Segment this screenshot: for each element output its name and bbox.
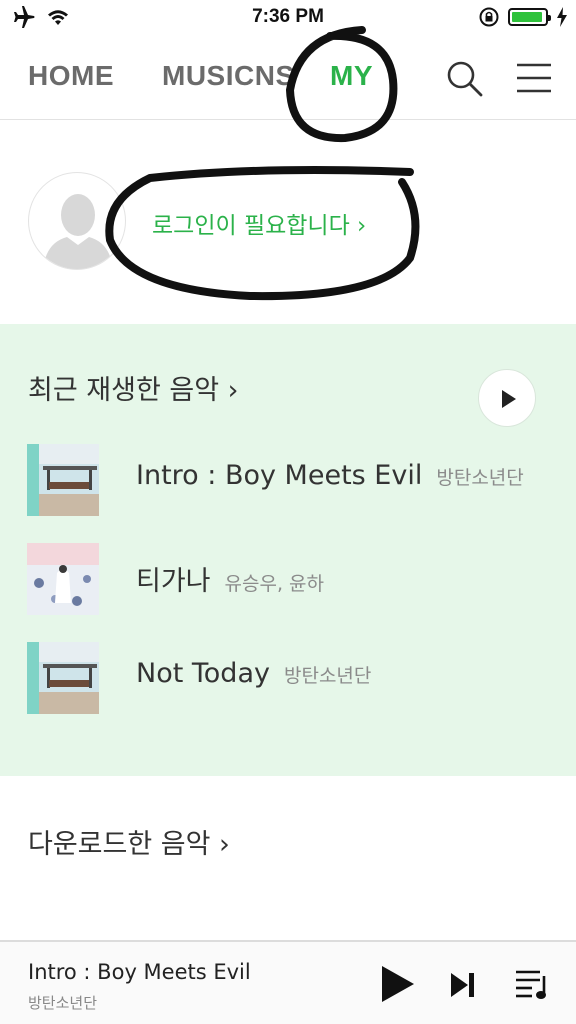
tab-home[interactable]: HOME <box>28 60 114 92</box>
now-playing-artist: 방탄소년단 <box>28 994 98 1012</box>
battery-icon <box>508 8 551 26</box>
track-row[interactable]: Not Today 방탄소년단 <box>0 638 576 714</box>
play-icon <box>502 390 516 408</box>
downloads-section: 다운로드한 음악 › <box>0 776 576 940</box>
charging-icon <box>557 7 567 27</box>
profile-section: 로그인이 필요합니다 › <box>0 120 576 324</box>
track-row[interactable]: Intro : Boy Meets Evil 방탄소년단 <box>0 440 576 516</box>
track-artist: 유승우, 윤하 <box>224 573 325 595</box>
album-art <box>27 543 99 615</box>
next-icon[interactable] <box>450 972 476 998</box>
recently-played-title[interactable]: 최근 재생한 음악 › <box>28 368 238 407</box>
tab-my[interactable]: MY <box>330 60 373 92</box>
play-all-button[interactable] <box>478 369 536 427</box>
avatar[interactable] <box>28 172 126 270</box>
downloads-title[interactable]: 다운로드한 음악 › <box>28 822 230 861</box>
tab-musicns[interactable]: MUSICNS <box>162 60 295 92</box>
battery-level <box>512 12 543 22</box>
play-icon[interactable] <box>380 964 416 1004</box>
recently-played-section: 최근 재생한 음악 › Intro : Boy Meets Evil 방탄소년단 <box>0 324 576 776</box>
track-artist: 방탄소년단 <box>436 467 524 489</box>
rotation-lock-icon <box>479 7 499 27</box>
track-title: 티가나 <box>136 566 211 597</box>
track-title: Intro : Boy Meets Evil <box>136 460 423 491</box>
search-icon[interactable] <box>444 58 484 98</box>
menu-icon[interactable] <box>514 58 554 98</box>
track-row[interactable]: 티가나 유승우, 윤하 <box>0 539 576 615</box>
login-link[interactable]: 로그인이 필요합니다 › <box>152 206 366 240</box>
track-artist: 방탄소년단 <box>283 665 372 687</box>
playlist-icon[interactable] <box>514 966 550 1002</box>
now-playing-title: Intro : Boy Meets Evil <box>28 960 251 984</box>
album-art <box>27 642 99 714</box>
user-placeholder-icon <box>43 194 113 269</box>
mini-player[interactable]: Intro : Boy Meets Evil 방탄소년단 <box>0 940 576 1024</box>
album-art <box>27 444 99 516</box>
status-bar: 7:36 PM <box>0 0 576 36</box>
top-navigation: HOME MUSICNS MY <box>0 36 576 120</box>
track-title: Not Today <box>136 658 270 689</box>
